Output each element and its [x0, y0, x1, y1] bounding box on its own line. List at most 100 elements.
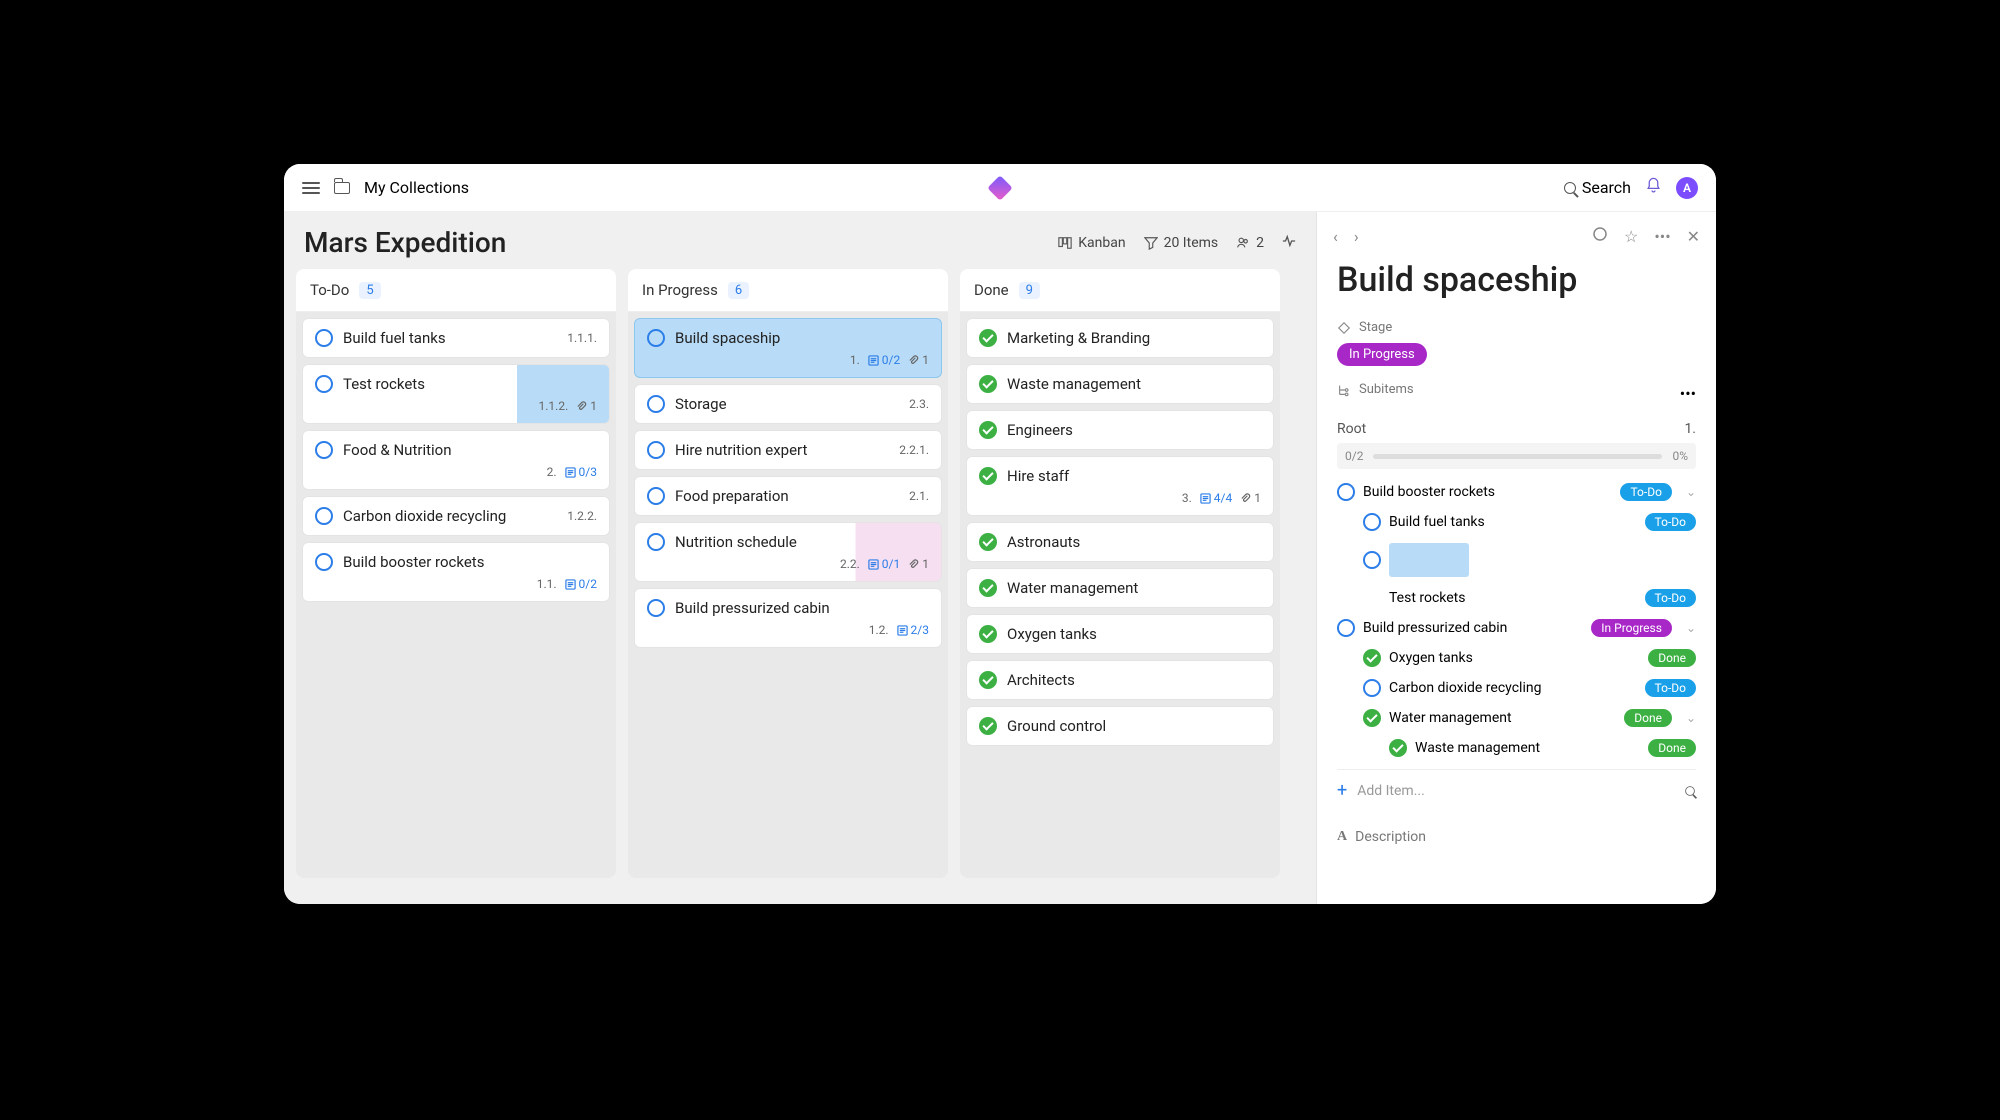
kanban-card[interactable]: Build fuel tanks1.1.1.: [302, 318, 610, 358]
subitems-more-icon[interactable]: •••: [1680, 384, 1696, 403]
kanban-card[interactable]: Storage2.3.: [634, 384, 942, 424]
column-header[interactable]: In Progress6: [628, 269, 948, 312]
board-title: Mars Expedition: [304, 226, 506, 259]
circle-icon[interactable]: [647, 441, 665, 459]
status-circle-icon[interactable]: [1592, 226, 1608, 246]
kanban-card[interactable]: Carbon dioxide recycling1.2.2.: [302, 496, 610, 536]
stage-pill[interactable]: Done: [1648, 649, 1696, 667]
column-name: To-Do: [310, 281, 349, 299]
subitem[interactable]: Test rocketsTo-Do: [1337, 583, 1696, 613]
circle-icon[interactable]: [647, 599, 665, 617]
check-icon[interactable]: [979, 375, 997, 393]
filter-items[interactable]: 20 Items: [1144, 235, 1219, 251]
root-row[interactable]: Root1.: [1337, 415, 1696, 443]
circle-icon[interactable]: [315, 441, 333, 459]
kanban-card[interactable]: Engineers: [966, 410, 1274, 450]
menu-icon[interactable]: [302, 182, 320, 194]
check-icon[interactable]: [979, 671, 997, 689]
stage-pill[interactable]: To-Do: [1620, 483, 1671, 501]
subitem[interactable]: Waste managementDone: [1337, 733, 1696, 763]
app-screen: My Collections Search A Mars Expedition …: [284, 164, 1716, 904]
collections-label[interactable]: My Collections: [364, 178, 469, 197]
kanban-card[interactable]: Food & Nutrition2. 0/3: [302, 430, 610, 490]
add-item[interactable]: +Add Item...: [1337, 769, 1696, 811]
kanban-card[interactable]: Waste management: [966, 364, 1274, 404]
search-button[interactable]: Search: [1564, 178, 1631, 197]
kanban-card[interactable]: Food preparation2.1.: [634, 476, 942, 516]
kanban-card[interactable]: Build pressurized cabin1.2. 2/3: [634, 588, 942, 648]
stage-pill[interactable]: To-Do: [1645, 679, 1696, 697]
kanban-card[interactable]: Test rockets1.1.2.1: [302, 364, 610, 424]
view-kanban[interactable]: Kanban: [1058, 235, 1125, 251]
notifications-icon[interactable]: [1645, 177, 1662, 198]
circle-icon[interactable]: [647, 533, 665, 551]
subitem-thumb[interactable]: [1337, 537, 1696, 583]
check-icon[interactable]: [979, 329, 997, 347]
avatar[interactable]: A: [1676, 177, 1698, 199]
circle-icon[interactable]: [315, 507, 333, 525]
description-field[interactable]: ADescription: [1337, 829, 1696, 845]
circle-icon[interactable]: [315, 553, 333, 571]
kanban-card[interactable]: Astronauts: [966, 522, 1274, 562]
circle-icon[interactable]: [315, 329, 333, 347]
kanban-card[interactable]: Ground control: [966, 706, 1274, 746]
attachment-badge: 1: [908, 353, 929, 367]
check-icon[interactable]: [979, 579, 997, 597]
more-icon[interactable]: •••: [1654, 227, 1670, 246]
chevron-down-icon[interactable]: ⌄: [1686, 621, 1696, 635]
subitem[interactable]: Build fuel tanksTo-Do: [1337, 507, 1696, 537]
check-icon[interactable]: [979, 421, 997, 439]
subitems-label: Subitems: [1337, 382, 1414, 397]
circle-icon[interactable]: [1363, 551, 1381, 569]
kanban-card[interactable]: Marketing & Branding: [966, 318, 1274, 358]
detail-title[interactable]: Build spaceship: [1337, 260, 1696, 300]
kanban-card[interactable]: Architects: [966, 660, 1274, 700]
kanban-card[interactable]: Hire staff3. 4/41: [966, 456, 1274, 516]
check-icon[interactable]: [1389, 739, 1407, 757]
column-header[interactable]: Done9: [960, 269, 1280, 312]
kanban-card[interactable]: Oxygen tanks: [966, 614, 1274, 654]
subitem[interactable]: Build pressurized cabinIn Progress⌄: [1337, 613, 1696, 643]
stage-value[interactable]: In Progress: [1337, 343, 1427, 366]
stage-pill[interactable]: To-Do: [1645, 589, 1696, 607]
kanban-card[interactable]: Water management: [966, 568, 1274, 608]
circle-icon[interactable]: [1337, 483, 1355, 501]
check-icon[interactable]: [979, 467, 997, 485]
stage-pill[interactable]: To-Do: [1645, 513, 1696, 531]
check-icon[interactable]: [1363, 649, 1381, 667]
subitem[interactable]: Water managementDone⌄: [1337, 703, 1696, 733]
kanban-card[interactable]: Build booster rockets1.1. 0/2: [302, 542, 610, 602]
stage-pill[interactable]: Done: [1624, 709, 1672, 727]
search-subitem-icon[interactable]: [1685, 786, 1695, 796]
subitem[interactable]: Carbon dioxide recycling To-Do: [1337, 673, 1696, 703]
activity-icon[interactable]: [1282, 234, 1296, 252]
kanban-card[interactable]: Build spaceship1. 0/21: [634, 318, 942, 378]
circle-icon[interactable]: [647, 487, 665, 505]
scrollbar[interactable]: [284, 894, 1316, 904]
kanban-card[interactable]: Nutrition schedule2.2. 0/11: [634, 522, 942, 582]
stage-pill[interactable]: Done: [1648, 739, 1696, 757]
star-icon[interactable]: ☆: [1624, 227, 1638, 246]
circle-icon[interactable]: [1337, 619, 1355, 637]
subitem[interactable]: Oxygen tanksDone: [1337, 643, 1696, 673]
column-header[interactable]: To-Do5: [296, 269, 616, 312]
check-icon[interactable]: [979, 717, 997, 735]
stage-pill[interactable]: In Progress: [1591, 619, 1672, 637]
subitem-title: Carbon dioxide recycling: [1389, 680, 1637, 696]
subitem[interactable]: Build booster rocketsTo-Do⌄: [1337, 477, 1696, 507]
circle-icon[interactable]: [647, 329, 665, 347]
circle-icon[interactable]: [1363, 513, 1381, 531]
circle-icon[interactable]: [1363, 679, 1381, 697]
people-count[interactable]: 2: [1236, 235, 1264, 251]
kanban-card[interactable]: Hire nutrition expert2.2.1.: [634, 430, 942, 470]
chevron-down-icon[interactable]: ⌄: [1686, 711, 1696, 725]
check-icon[interactable]: [1363, 709, 1381, 727]
close-icon[interactable]: ✕: [1687, 227, 1700, 246]
circle-icon[interactable]: [315, 375, 333, 393]
nav-forward-icon[interactable]: ›: [1354, 227, 1359, 246]
chevron-down-icon[interactable]: ⌄: [1686, 485, 1696, 499]
nav-back-icon[interactable]: ‹: [1333, 227, 1338, 246]
check-icon[interactable]: [979, 625, 997, 643]
check-icon[interactable]: [979, 533, 997, 551]
circle-icon[interactable]: [647, 395, 665, 413]
